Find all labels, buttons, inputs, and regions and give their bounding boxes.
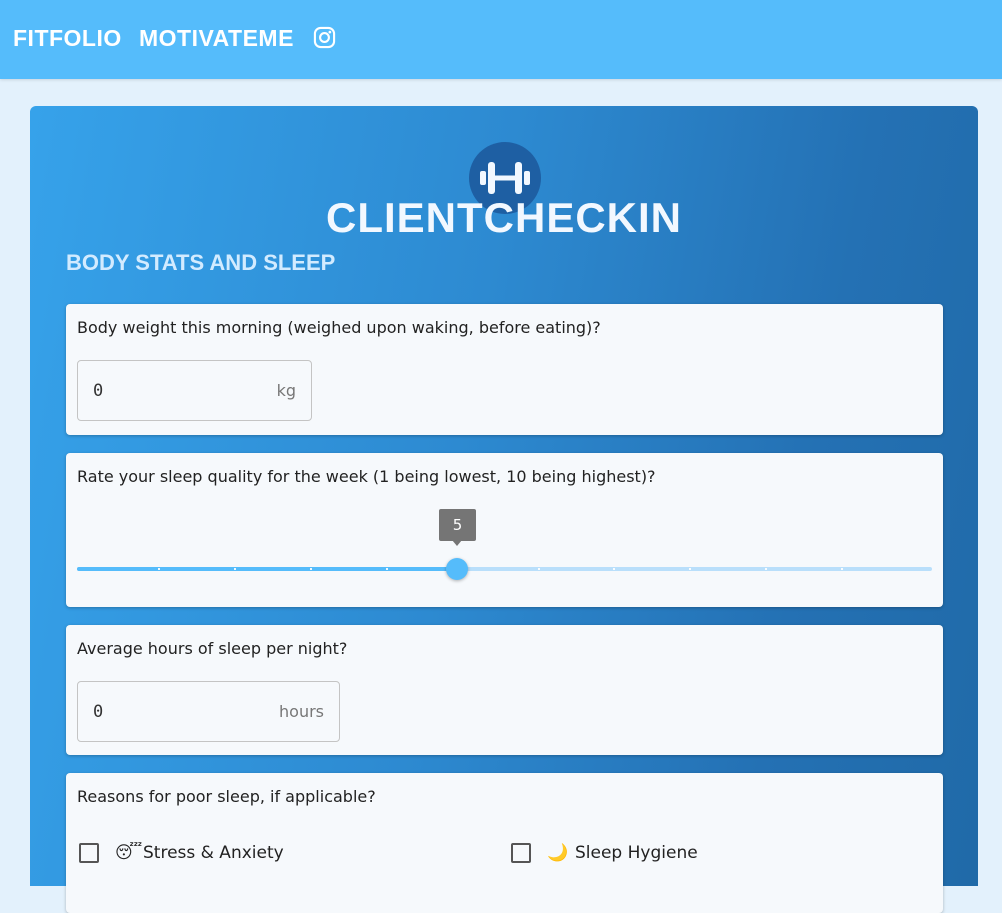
slider-step-mark bbox=[765, 568, 767, 570]
question-label: Reasons for poor sleep, if applicable? bbox=[77, 787, 376, 806]
slider-step-mark bbox=[310, 568, 312, 570]
slider-step-mark bbox=[689, 568, 691, 570]
sleep-hours-input[interactable]: 0 hours bbox=[77, 681, 340, 742]
checkbox[interactable] bbox=[79, 843, 99, 863]
slider-step-mark bbox=[841, 568, 843, 570]
slider-step-mark bbox=[234, 568, 236, 570]
slider-thumb[interactable] bbox=[446, 558, 468, 580]
question-body-weight: Body weight this morning (weighed upon w… bbox=[66, 304, 943, 435]
slider-step-mark bbox=[158, 568, 160, 570]
question-poor-sleep-reasons: Reasons for poor sleep, if applicable? 😴… bbox=[66, 773, 943, 913]
sleep-hours-value[interactable]: 0 bbox=[93, 702, 103, 722]
top-navbar: FITFOLIO MOTIVATEME bbox=[0, 0, 1002, 79]
nav-link-fitfolio[interactable]: FITFOLIO bbox=[13, 25, 122, 52]
slider-value-label: 5 bbox=[439, 509, 476, 546]
nav-link-motivateme[interactable]: MOTIVATEME bbox=[139, 25, 294, 52]
question-label: Rate your sleep quality for the week (1 … bbox=[77, 467, 656, 486]
question-sleep-hours: Average hours of sleep per night? 0 hour… bbox=[66, 625, 943, 755]
question-label: Body weight this morning (weighed upon w… bbox=[77, 318, 601, 337]
checkbox[interactable] bbox=[511, 843, 531, 863]
slider-step-mark bbox=[613, 568, 615, 570]
sleepy-face-icon: 😴 bbox=[115, 843, 143, 863]
question-sleep-quality: Rate your sleep quality for the week (1 … bbox=[66, 453, 943, 607]
section-title: BODY STATS AND SLEEP bbox=[66, 250, 336, 275]
checkin-card: CLIENTCHECKIN BODY STATS AND SLEEP Body … bbox=[30, 106, 978, 913]
question-label: Average hours of sleep per night? bbox=[77, 639, 348, 658]
moon-icon: 🌙 bbox=[547, 843, 569, 863]
sleep-hours-unit: hours bbox=[279, 702, 324, 721]
instagram-icon[interactable] bbox=[313, 26, 336, 49]
page-title: CLIENTCHECKIN bbox=[326, 194, 682, 241]
weight-unit: kg bbox=[276, 381, 296, 400]
weight-value[interactable]: 0 bbox=[93, 381, 103, 401]
slider-step-mark bbox=[538, 568, 540, 570]
checkbox-label[interactable]: Sleep Hygiene bbox=[575, 843, 698, 863]
slider-track[interactable] bbox=[77, 567, 457, 571]
slider-step-mark bbox=[386, 568, 388, 570]
weight-input[interactable]: 0 kg bbox=[77, 360, 312, 421]
sleep-quality-slider[interactable]: 5 bbox=[77, 509, 932, 580]
checkbox-label[interactable]: Stress & Anxiety bbox=[143, 843, 284, 863]
